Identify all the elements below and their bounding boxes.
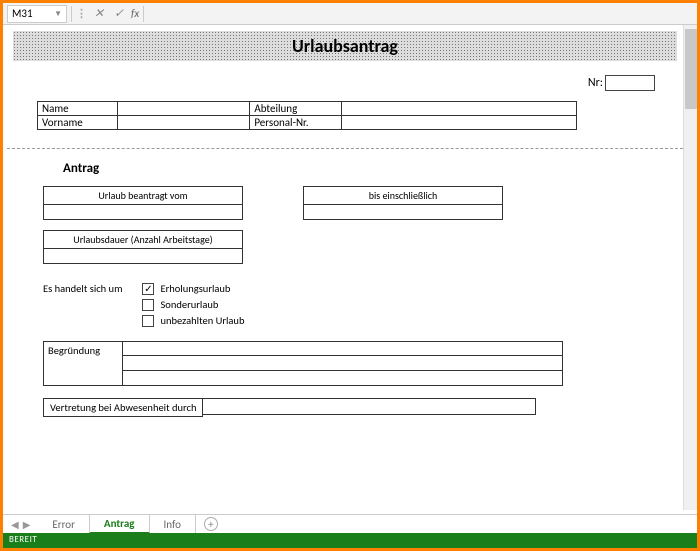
colon-icon: ⋮ — [76, 7, 87, 20]
abteilung-value-cell[interactable] — [342, 102, 577, 116]
tab-info[interactable]: Info — [150, 515, 196, 534]
leave-type-intro: Es handelt sich um — [43, 282, 122, 327]
date-to-value-cell[interactable] — [303, 204, 503, 220]
date-from-value-cell[interactable] — [43, 204, 243, 220]
reason-line-cell[interactable] — [123, 371, 563, 386]
option-label: Sonderurlaub — [160, 298, 218, 311]
cell-reference-text: M31 — [12, 7, 33, 20]
duration-box: Urlaubsdauer (Anzahl Arbeitstage) — [43, 230, 243, 264]
nr-value-cell[interactable] — [605, 75, 655, 91]
fx-icon[interactable]: fx — [131, 7, 139, 20]
option-unbezahlter-urlaub[interactable]: unbezahlten Urlaub — [142, 314, 244, 327]
formula-bar: M31 ▼ ⋮ ✕ ✓ fx — [3, 3, 697, 25]
leave-type-block: Es handelt sich um Erholungsurlaub Sonde… — [5, 264, 685, 327]
cell-reference-box[interactable]: M31 ▼ — [7, 5, 67, 23]
vorname-label: Vorname — [38, 116, 118, 130]
formula-input[interactable] — [148, 5, 693, 23]
nr-label: Nr: — [588, 76, 603, 90]
status-text: BEREIT — [9, 534, 37, 545]
table-row: Vorname Personal-Nr. — [38, 116, 577, 130]
substitute-block: Vertretung bei Abwesenheit durch — [43, 398, 685, 417]
duration-label: Urlaubsdauer (Anzahl Arbeitstage) — [43, 230, 243, 248]
reason-lines — [123, 341, 563, 386]
nav-next-icon[interactable]: ▶ — [23, 518, 31, 531]
nav-prev-icon[interactable]: ◀ — [11, 518, 19, 531]
checkbox-icon[interactable] — [142, 315, 154, 327]
tab-nav-buttons[interactable]: ◀ ▶ — [3, 515, 38, 534]
personalnr-label: Personal-Nr. — [250, 116, 342, 130]
substitute-value-cell[interactable] — [203, 398, 536, 415]
date-from-label: Urlaub beantragt vom — [43, 186, 243, 204]
reason-line-cell[interactable] — [123, 341, 563, 356]
option-label: Erholungsurlaub — [160, 282, 230, 295]
reason-block: Begründung — [43, 341, 685, 386]
document-title: Urlaubsantrag — [13, 31, 677, 61]
abteilung-label: Abteilung — [250, 102, 342, 116]
chevron-down-icon[interactable]: ▼ — [54, 9, 62, 19]
option-label: unbezahlten Urlaub — [160, 314, 244, 327]
name-label: Name — [38, 102, 118, 116]
cancel-icon[interactable]: ✕ — [91, 6, 107, 22]
option-erholungsurlaub[interactable]: Erholungsurlaub — [142, 282, 244, 295]
nr-row: Nr: — [5, 61, 685, 101]
duration-value-cell[interactable] — [43, 248, 243, 264]
status-bar: BEREIT — [3, 533, 697, 548]
date-from-box: Urlaub beantragt vom — [43, 186, 243, 220]
option-sonderurlaub[interactable]: Sonderurlaub — [142, 298, 244, 311]
checkbox-icon[interactable] — [142, 283, 154, 295]
reason-label: Begründung — [43, 341, 123, 386]
leave-type-options: Erholungsurlaub Sonderurlaub unbezahlten… — [142, 282, 244, 327]
reason-line-cell[interactable] — [123, 356, 563, 371]
vorname-value-cell[interactable] — [117, 116, 250, 130]
separator — [143, 6, 144, 22]
substitute-label: Vertretung bei Abwesenheit durch — [43, 398, 203, 417]
separator — [71, 6, 72, 22]
date-to-box: bis einschließlich — [303, 186, 503, 220]
date-to-label: bis einschließlich — [303, 186, 503, 204]
worksheet-area[interactable]: Urlaubsantrag Nr: Name Abteilung Vorname… — [3, 25, 697, 510]
new-sheet-button[interactable]: + — [204, 517, 218, 531]
tab-error[interactable]: Error — [38, 515, 90, 534]
name-value-cell[interactable] — [117, 102, 250, 116]
tab-antrag[interactable]: Antrag — [90, 515, 150, 534]
checkbox-icon[interactable] — [142, 299, 154, 311]
confirm-icon[interactable]: ✓ — [111, 6, 127, 22]
table-row: Name Abteilung — [38, 102, 577, 116]
section-heading: Antrag — [5, 149, 685, 186]
date-range-row: Urlaub beantragt vom bis einschließlich — [5, 186, 685, 220]
personalnr-value-cell[interactable] — [342, 116, 577, 130]
employee-info-table: Name Abteilung Vorname Personal-Nr. — [37, 101, 577, 130]
sheet-tab-strip: ◀ ▶ Error Antrag Info + — [3, 514, 697, 534]
vertical-scrollbar[interactable] — [683, 25, 697, 510]
